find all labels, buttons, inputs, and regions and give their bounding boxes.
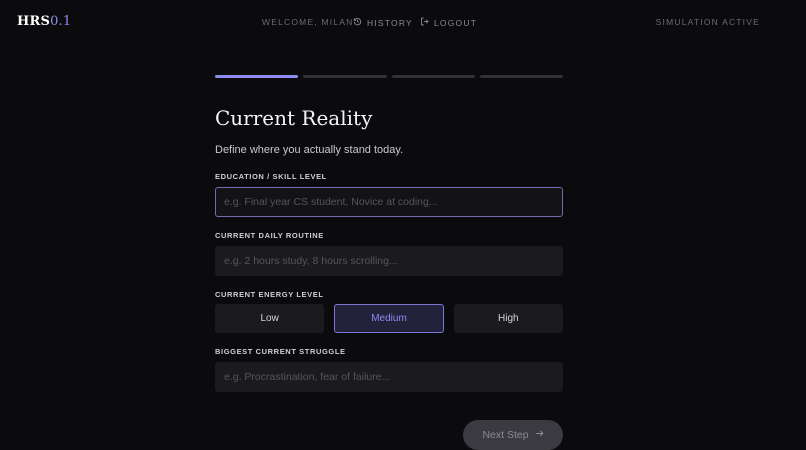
history-label: HISTORY: [367, 17, 413, 28]
step-progress: [215, 75, 563, 78]
next-step-button[interactable]: Next Step: [463, 420, 563, 450]
energy-option-low[interactable]: Low: [215, 304, 325, 333]
struggle-label: BIGGEST CURRENT STRUGGLE: [215, 347, 346, 356]
routine-label: CURRENT DAILY ROUTINE: [215, 231, 324, 240]
logout-label: LOGOUT: [434, 17, 478, 28]
history-link[interactable]: HISTORY: [353, 17, 413, 28]
logo-text: HRS: [17, 14, 51, 29]
page-title: Current Reality: [215, 106, 373, 130]
education-label: EDUCATION / SKILL LEVEL: [215, 172, 327, 181]
page-subtitle: Define where you actually stand today.: [215, 144, 404, 156]
energy-selector: Low Medium High: [215, 304, 563, 333]
progress-step-1: [215, 75, 299, 78]
app-logo[interactable]: HRS0.1: [17, 14, 71, 29]
simulation-status: SIMULATION ACTIVE: [655, 17, 760, 27]
struggle-input[interactable]: [215, 362, 563, 392]
progress-step-2: [303, 75, 387, 78]
education-input[interactable]: [215, 187, 563, 217]
logout-icon: [420, 17, 429, 28]
next-step-label: Next Step: [482, 429, 529, 441]
energy-label: CURRENT ENERGY LEVEL: [215, 290, 324, 299]
logout-link[interactable]: LOGOUT: [420, 17, 477, 28]
welcome-text: WELCOME, MILAN: [262, 17, 354, 27]
top-bar: HRS0.1 WELCOME, MILAN HISTORY LOGOUT SIM…: [0, 0, 806, 44]
progress-step-3: [391, 75, 475, 78]
history-icon: [353, 17, 362, 28]
progress-step-4: [479, 75, 563, 78]
energy-option-high[interactable]: High: [453, 304, 563, 333]
arrow-right-icon: [535, 429, 544, 441]
logo-version: 0.1: [50, 14, 72, 29]
energy-option-medium[interactable]: Medium: [334, 304, 444, 333]
routine-input[interactable]: [215, 246, 563, 276]
